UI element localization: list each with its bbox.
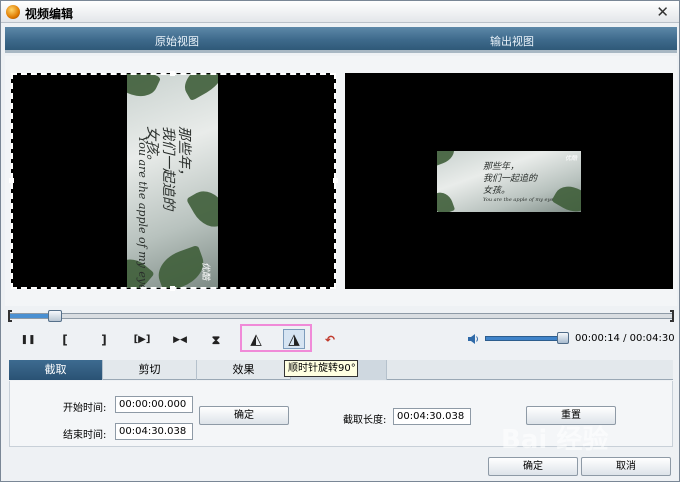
start-time-field[interactable]: 00:00:00.000 <box>115 396 193 413</box>
start-time-label: 开始时间: <box>63 403 107 414</box>
output-logo: 优酷 <box>565 155 578 162</box>
crop-handle-bottom[interactable] <box>170 286 175 291</box>
video-edit-dialog: 视频编辑 ✕ 原始视图 输出视图 You are the apple of my… <box>0 0 680 482</box>
crop-handle-top[interactable] <box>170 71 175 76</box>
original-frame-image: You are the apple of my eye 那些年， 我们一起追的 … <box>127 74 218 288</box>
window-title: 视频编辑 <box>25 7 74 21</box>
play-segment-button[interactable]: [▶] <box>129 331 155 349</box>
leaf-decoration <box>551 180 581 212</box>
original-view-label: 原始视图 <box>155 35 199 48</box>
step-frame-button[interactable]: ▶◀ <box>169 331 191 349</box>
volume-icon[interactable] <box>467 333 479 345</box>
mark-in-button[interactable]: [ <box>56 331 74 349</box>
crop-handle-left[interactable] <box>9 178 14 183</box>
mark-out-button[interactable]: ] <box>95 331 113 349</box>
timeline-slider[interactable] <box>8 310 674 322</box>
tab-effect[interactable]: 效果 <box>197 360 291 380</box>
timeline-thumb[interactable] <box>47 310 62 322</box>
end-time-label: 结束时间: <box>63 430 107 441</box>
output-script-line3: 女孩。 <box>483 186 511 196</box>
trim-length-label: 截取长度: <box>343 415 387 426</box>
timeline-start-marker[interactable] <box>8 310 12 322</box>
output-view-label: 输出视图 <box>490 35 534 48</box>
volume-thumb[interactable] <box>556 332 569 344</box>
trim-length-field[interactable]: 00:04:30.038 <box>393 408 471 425</box>
tab-cut[interactable]: 剪切 <box>103 360 197 380</box>
leaf-decoration <box>127 74 162 104</box>
leaf-decoration <box>178 74 218 102</box>
tab-trim[interactable]: 截取 <box>9 360 103 380</box>
leaf-decoration <box>186 184 218 234</box>
end-time-field[interactable]: 00:04:30.038 <box>115 423 193 440</box>
close-icon[interactable]: ✕ <box>656 3 669 21</box>
rotate-tooltip: 顺时针旋转90° <box>284 360 358 377</box>
video-script-line3: 女孩。 <box>144 126 160 168</box>
cancel-button[interactable]: 取消 <box>581 457 671 476</box>
baidu-watermark: Bai 经验 <box>501 425 609 455</box>
rotate-ccw-button[interactable]: ◭ <box>247 330 265 348</box>
timeline-end-marker[interactable] <box>670 310 674 322</box>
confirm-time-button[interactable]: 确定 <box>199 406 289 425</box>
timeline-progress <box>10 314 50 318</box>
output-frame-image: 那些年， 我们一起追的 女孩。 You are the apple of my … <box>437 151 581 212</box>
view-header-bar: 原始视图 输出视图 <box>5 27 677 53</box>
time-display: 00:00:14 / 00:04:30 <box>575 333 675 344</box>
rotate-cw-button[interactable]: ◮ <box>283 329 305 349</box>
app-icon <box>6 5 20 19</box>
leaf-decoration <box>437 151 458 167</box>
video-logo: 优酷 <box>200 262 210 281</box>
crop-handle-right[interactable] <box>333 178 338 183</box>
ok-button[interactable]: 确定 <box>488 457 578 476</box>
pause-button[interactable]: ❚❚ <box>19 331 37 349</box>
title-bar: 视频编辑 ✕ <box>1 1 679 23</box>
flip-vertical-button[interactable]: ⧗ <box>207 331 225 349</box>
undo-icon[interactable]: ↶ <box>321 331 339 349</box>
output-subtitle: You are the apple of my eye <box>483 197 554 203</box>
leaf-decoration <box>437 189 456 212</box>
